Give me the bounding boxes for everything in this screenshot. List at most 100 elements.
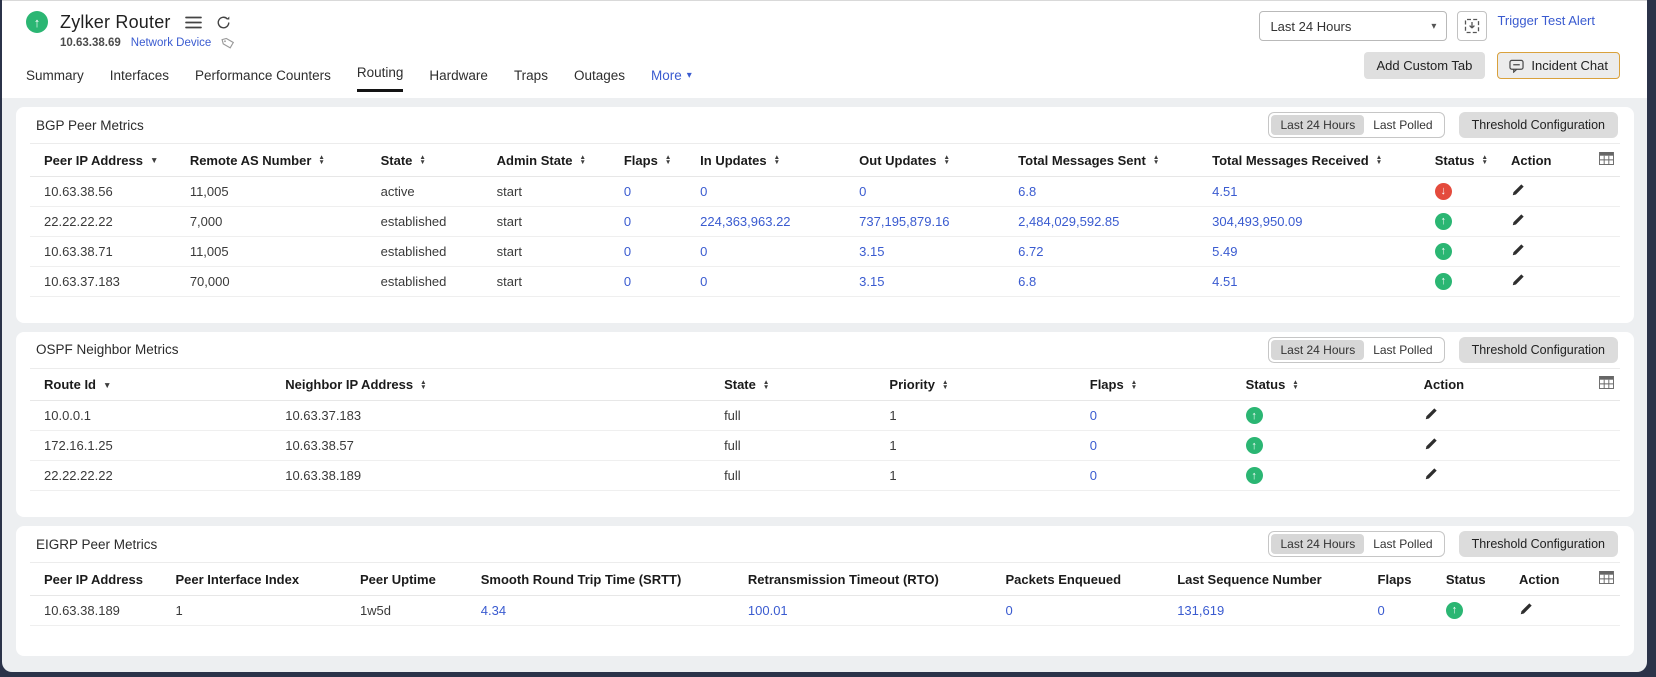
- sort-icon[interactable]: ▲▼: [420, 380, 426, 390]
- metric-value-link[interactable]: 0: [624, 274, 631, 289]
- column-chooser-grid-icon[interactable]: [1599, 571, 1614, 584]
- metric-value-link[interactable]: 0: [1090, 438, 1097, 453]
- sort-icon[interactable]: ▲▼: [942, 380, 948, 390]
- toggle-last-polled[interactable]: Last Polled: [1364, 534, 1441, 554]
- column-header-route-id[interactable]: Route Id▼: [30, 369, 281, 401]
- incident-chat-button[interactable]: Incident Chat: [1497, 52, 1620, 79]
- sort-icon[interactable]: ▲▼: [763, 380, 769, 390]
- metric-value-link[interactable]: 224,363,963.22: [700, 214, 790, 229]
- edit-icon[interactable]: [1519, 602, 1533, 616]
- metric-value-link[interactable]: 4.34: [481, 603, 506, 618]
- column-header-flaps[interactable]: Flaps▲▼: [1086, 369, 1242, 401]
- column-header-priority[interactable]: Priority▲▼: [885, 369, 1085, 401]
- metric-value-link[interactable]: 0: [624, 244, 631, 259]
- column-header-state[interactable]: State▲▼: [377, 144, 493, 176]
- sort-icon[interactable]: ▲▼: [774, 155, 780, 165]
- edit-icon[interactable]: [1424, 437, 1438, 451]
- metric-value-link[interactable]: 131,619: [1177, 603, 1224, 618]
- edit-icon[interactable]: [1424, 407, 1438, 421]
- metric-value-link[interactable]: 737,195,879.16: [859, 214, 949, 229]
- column-header-status[interactable]: Status▲▼: [1431, 144, 1507, 176]
- column-header-total-messages-received[interactable]: Total Messages Received▲▼: [1208, 144, 1431, 176]
- tab-interfaces[interactable]: Interfaces: [110, 68, 169, 92]
- column-header-state[interactable]: State▲▼: [720, 369, 885, 401]
- sort-filter-caret-icon[interactable]: ▼: [103, 380, 111, 390]
- sort-icon[interactable]: ▲▼: [1292, 380, 1298, 390]
- column-header-in-updates[interactable]: In Updates▲▼: [696, 144, 855, 176]
- toggle-last-polled[interactable]: Last Polled: [1364, 115, 1441, 135]
- threshold-configuration-button[interactable]: Threshold Configuration: [1459, 112, 1618, 138]
- metric-value-link[interactable]: 0: [700, 274, 707, 289]
- tab-outages[interactable]: Outages: [574, 68, 625, 92]
- metric-value-link[interactable]: 0: [624, 184, 631, 199]
- sort-icon[interactable]: ▲▼: [1481, 155, 1487, 165]
- column-header-status[interactable]: Status▲▼: [1242, 369, 1420, 401]
- metric-value-link[interactable]: 2,484,029,592.85: [1018, 214, 1119, 229]
- tab-more[interactable]: More ▾: [651, 68, 692, 92]
- sort-icon[interactable]: ▲▼: [1131, 380, 1137, 390]
- column-chooser-grid-icon[interactable]: [1599, 376, 1614, 389]
- add-custom-tab-button[interactable]: Add Custom Tab: [1364, 52, 1486, 79]
- metric-value-link[interactable]: 0: [1005, 603, 1012, 618]
- sort-icon[interactable]: ▲▼: [1376, 155, 1382, 165]
- metric-value-link[interactable]: 6.8: [1018, 274, 1036, 289]
- tag-icon[interactable]: [221, 36, 235, 50]
- sort-icon[interactable]: ▲▼: [419, 155, 425, 165]
- toggle-last-polled[interactable]: Last Polled: [1364, 340, 1441, 360]
- threshold-configuration-button[interactable]: Threshold Configuration: [1459, 337, 1618, 363]
- column-header-total-messages-sent[interactable]: Total Messages Sent▲▼: [1014, 144, 1208, 176]
- metric-value-link[interactable]: 5.49: [1212, 244, 1237, 259]
- metric-value-link[interactable]: 6.72: [1018, 244, 1043, 259]
- metric-value-link[interactable]: 0: [1090, 468, 1097, 483]
- toggle-last-24-hours[interactable]: Last 24 Hours: [1271, 534, 1364, 554]
- column-header-remote-as-number[interactable]: Remote AS Number▲▼: [186, 144, 377, 176]
- tab-performance-counters[interactable]: Performance Counters: [195, 68, 331, 92]
- metric-value-link[interactable]: 0: [1090, 408, 1097, 423]
- status-up-icon: ↑: [1246, 407, 1263, 424]
- metric-value-link[interactable]: 4.51: [1212, 274, 1237, 289]
- edit-icon[interactable]: [1424, 467, 1438, 481]
- metric-value-link[interactable]: 0: [859, 184, 866, 199]
- sort-icon[interactable]: ▲▼: [318, 155, 324, 165]
- tab-traps[interactable]: Traps: [514, 68, 548, 92]
- column-chooser-grid-icon[interactable]: [1599, 152, 1614, 165]
- device-type-link[interactable]: Network Device: [131, 37, 212, 49]
- menu-hamburger-icon[interactable]: [185, 16, 202, 29]
- metric-value-link[interactable]: 4.51: [1212, 184, 1237, 199]
- refresh-icon[interactable]: [216, 15, 231, 30]
- edit-icon[interactable]: [1511, 183, 1525, 197]
- metric-value-link[interactable]: 6.8: [1018, 184, 1036, 199]
- toggle-last-24-hours[interactable]: Last 24 Hours: [1271, 340, 1364, 360]
- column-header-flaps[interactable]: Flaps▲▼: [620, 144, 696, 176]
- toggle-last-24-hours[interactable]: Last 24 Hours: [1271, 115, 1364, 135]
- sort-icon[interactable]: ▲▼: [665, 155, 671, 165]
- edit-icon[interactable]: [1511, 243, 1525, 257]
- time-mode-toggle: Last 24 Hours Last Polled: [1268, 337, 1444, 363]
- tab-routing[interactable]: Routing: [357, 65, 404, 92]
- metric-value-link[interactable]: 0: [624, 214, 631, 229]
- metric-value-link[interactable]: 0: [700, 244, 707, 259]
- metric-value-link[interactable]: 100.01: [748, 603, 788, 618]
- tab-hardware[interactable]: Hardware: [429, 68, 488, 92]
- tab-summary[interactable]: Summary: [26, 68, 84, 92]
- sort-icon[interactable]: ▲▼: [1153, 155, 1159, 165]
- column-header-out-updates[interactable]: Out Updates▲▼: [855, 144, 1014, 176]
- trigger-test-alert-link[interactable]: Trigger Test Alert: [1497, 13, 1595, 28]
- edit-icon[interactable]: [1511, 273, 1525, 287]
- metric-value-link[interactable]: 0: [700, 184, 707, 199]
- time-range-select[interactable]: Last 24 Hours ▾: [1259, 11, 1447, 41]
- column-header-neighbor-ip-address[interactable]: Neighbor IP Address▲▼: [281, 369, 720, 401]
- threshold-configuration-button[interactable]: Threshold Configuration: [1459, 531, 1618, 557]
- metric-value-link[interactable]: 3.15: [859, 244, 884, 259]
- snapshot-window-icon-button[interactable]: [1457, 11, 1487, 41]
- column-header-peer-ip-address[interactable]: Peer IP Address▼: [30, 144, 186, 176]
- metric-value-link[interactable]: 3.15: [859, 274, 884, 289]
- sort-filter-caret-icon[interactable]: ▼: [150, 155, 158, 165]
- edit-icon[interactable]: [1511, 213, 1525, 227]
- metric-value-link[interactable]: 304,493,950.09: [1212, 214, 1302, 229]
- metric-value-link[interactable]: 0: [1378, 603, 1385, 618]
- sort-icon[interactable]: ▲▼: [580, 155, 586, 165]
- cell-text: established: [381, 274, 447, 289]
- sort-icon[interactable]: ▲▼: [943, 155, 949, 165]
- column-header-admin-state[interactable]: Admin State▲▼: [493, 144, 620, 176]
